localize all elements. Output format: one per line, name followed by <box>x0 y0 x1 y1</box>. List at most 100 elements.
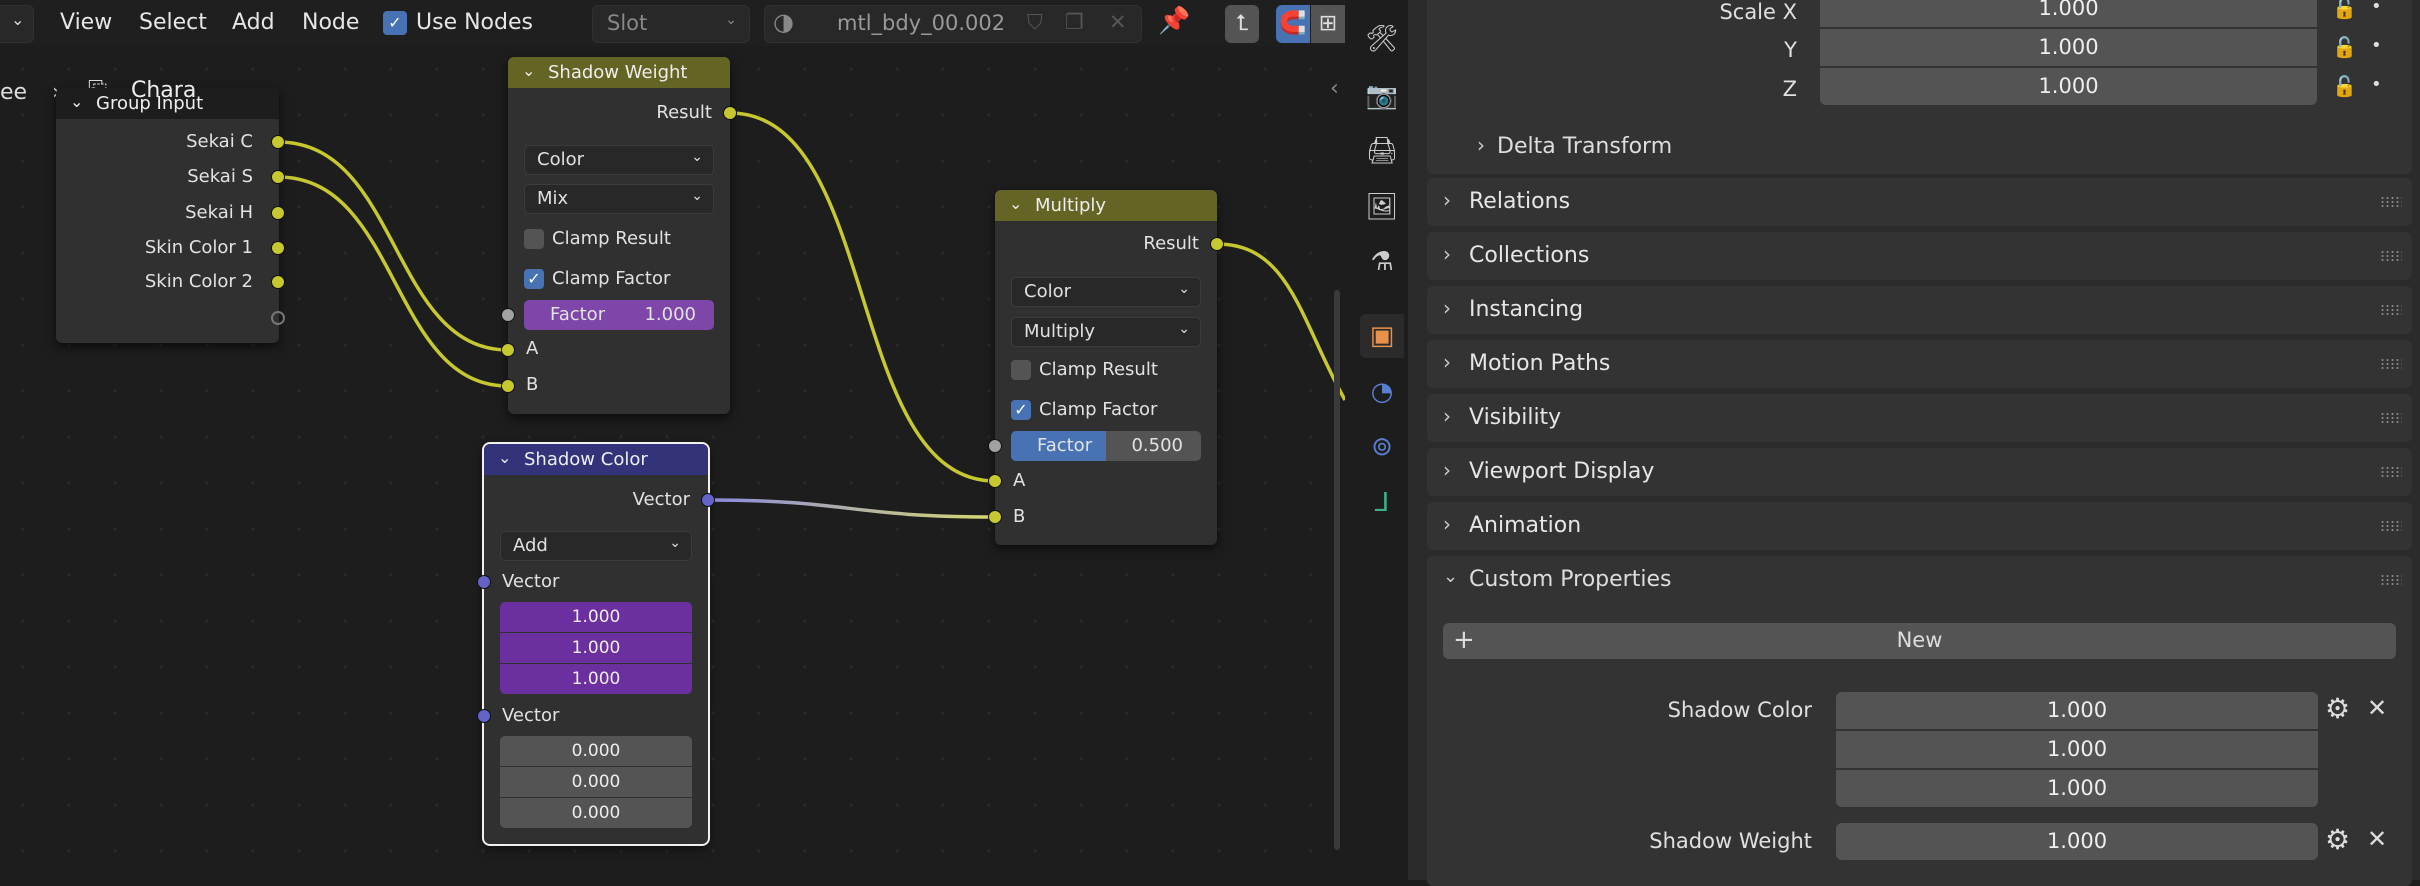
panel-collections[interactable]: › Collections <box>1427 232 2412 280</box>
use-nodes-checkbox[interactable]: ✓ <box>383 11 407 35</box>
gear-icon[interactable]: ⚙ <box>2325 823 2350 856</box>
editor-type-dropdown[interactable]: ⌄ <box>0 5 34 43</box>
node-shadow-weight[interactable]: ⌄ Shadow Weight Result Color ⌄ Mix ⌄ Clamp … <box>501 57 737 414</box>
data-type-dropdown[interactable]: Color ⌄ <box>1011 277 1201 307</box>
sidebar-toggle-chevron-icon[interactable]: ‹ <box>1330 76 1339 101</box>
node-multiply[interactable]: ⌄ Multiply Result Color ⌄ Multiply ⌄ Clamp … <box>988 190 1224 545</box>
panel-instancing[interactable]: › Instancing <box>1427 286 2412 334</box>
chevron-right-icon[interactable]: › <box>1477 133 1485 157</box>
object-data-axes-icon[interactable]: ⅃ <box>1360 481 1404 525</box>
scale-z-field[interactable]: 1.000 <box>1820 68 2317 105</box>
vector-z-field[interactable]: 1.000 <box>500 664 692 694</box>
vector-z-field[interactable]: 0.000 <box>500 798 692 828</box>
drag-grip-icon[interactable] <box>2380 196 2402 208</box>
shadow-color-b-field[interactable]: 1.000 <box>1836 770 2318 807</box>
drag-grip-icon[interactable] <box>2380 412 2402 424</box>
output-socket-skin-color-2[interactable] <box>271 275 285 289</box>
lock-icon[interactable]: 🔓 <box>2332 74 2357 98</box>
snap-toggle-icon[interactable]: 🧲 <box>1276 5 1310 43</box>
drag-grip-icon[interactable] <box>2380 466 2402 478</box>
pin-icon[interactable]: 📌 <box>1158 6 1190 36</box>
factor-field[interactable]: Factor 1.000 <box>524 300 714 330</box>
constraints-icon[interactable]: ⊚ <box>1360 425 1404 469</box>
panel-relations[interactable]: › Relations <box>1427 178 2412 226</box>
node-editor[interactable]: ⌄ View Select Add Node ✓ Use Nodes Slot ⌄… <box>0 0 1345 880</box>
input-socket-b[interactable] <box>501 379 515 393</box>
input-socket-vector-2[interactable] <box>477 709 491 723</box>
vertical-scrollbar[interactable] <box>1334 290 1340 850</box>
clamp-factor-checkbox[interactable]: ✓ <box>524 269 544 289</box>
vector-y-field[interactable]: 0.000 <box>500 767 692 797</box>
clamp-factor-checkbox[interactable]: ✓ <box>1011 400 1031 420</box>
input-socket-factor[interactable] <box>501 308 515 322</box>
material-name-field[interactable]: mtl_bdy_00.002 <box>837 11 1005 35</box>
vector-x-field[interactable]: 1.000 <box>500 602 692 632</box>
parent-node-tree-button[interactable]: ⮤ <box>1225 5 1259 43</box>
shadow-color-r-field[interactable]: 1.000 <box>1836 692 2318 729</box>
close-icon[interactable]: ✕ <box>2367 694 2387 722</box>
scale-y-field[interactable]: 1.000 <box>1820 29 2317 66</box>
delta-transform-subpanel[interactable]: Delta Transform <box>1497 134 1672 159</box>
panel-motion-paths[interactable]: › Motion Paths <box>1427 340 2412 388</box>
fake-user-shield-icon[interactable]: ⛉ <box>1027 10 1043 35</box>
operation-dropdown[interactable]: Add ⌄ <box>500 531 692 561</box>
input-socket-a[interactable] <box>501 343 515 357</box>
physics-icon[interactable]: ◔ <box>1360 370 1404 414</box>
drag-grip-icon[interactable] <box>2380 574 2402 586</box>
output-socket-result[interactable] <box>1210 237 1224 251</box>
output-socket-sekai-h[interactable] <box>271 206 285 220</box>
menu-node[interactable]: Node <box>302 10 359 35</box>
render-icon[interactable]: 📷 <box>1360 74 1404 118</box>
output-socket-sekai-c[interactable] <box>271 135 285 149</box>
tool-icon[interactable]: 🛠 <box>1360 17 1404 61</box>
slot-dropdown[interactable]: Slot ⌄ <box>592 5 750 43</box>
new-property-button[interactable]: + New <box>1443 623 2396 659</box>
shadow-weight-field[interactable]: 1.000 <box>1836 823 2318 860</box>
breadcrumb-item[interactable]: Chara <box>131 78 196 103</box>
lock-icon[interactable]: 🔓 <box>2332 35 2357 59</box>
output-socket-sekai-s[interactable] <box>271 170 285 184</box>
material-sphere-icon[interactable]: ◑ <box>773 8 794 36</box>
keyframe-dot-icon[interactable]: • <box>2371 35 2382 56</box>
close-icon[interactable]: ✕ <box>2367 825 2387 853</box>
chevron-down-icon[interactable]: ⌄ <box>1443 566 1458 587</box>
panel-visibility[interactable]: › Visibility <box>1427 394 2412 442</box>
drag-grip-icon[interactable] <box>2380 304 2402 316</box>
node-shadow-color[interactable]: ⌄ Shadow Color Vector Add ⌄ Vector 1.000 1… <box>477 442 715 846</box>
menu-select[interactable]: Select <box>139 10 207 35</box>
panel-animation[interactable]: › Animation <box>1427 502 2412 550</box>
panel-title[interactable]: Custom Properties <box>1469 567 1671 592</box>
object-icon[interactable]: ▣ <box>1360 314 1404 358</box>
keyframe-dot-icon[interactable]: • <box>2371 74 2382 95</box>
input-socket-vector-1[interactable] <box>477 575 491 589</box>
blend-mode-dropdown[interactable]: Multiply ⌄ <box>1011 317 1201 347</box>
panel-viewport-display[interactable]: › Viewport Display <box>1427 448 2412 496</box>
clamp-result-checkbox[interactable] <box>524 229 544 249</box>
node-group-input[interactable]: ⌄ Group Input Sekai C Sekai S Sekai H Ski… <box>56 88 285 343</box>
snap-options-icon[interactable]: ⊞ <box>1311 5 1345 43</box>
lock-icon[interactable]: 🔓 <box>2332 0 2357 20</box>
drag-grip-icon[interactable] <box>2380 250 2402 262</box>
data-type-dropdown[interactable]: Color ⌄ <box>524 145 714 175</box>
input-socket-b[interactable] <box>988 510 1002 524</box>
blend-mode-dropdown[interactable]: Mix ⌄ <box>524 184 714 214</box>
unlink-x-icon[interactable]: ✕ <box>1109 10 1127 34</box>
shadow-color-g-field[interactable]: 1.000 <box>1836 731 2318 768</box>
drag-grip-icon[interactable] <box>2380 520 2402 532</box>
view-layer-icon[interactable]: 🖼 <box>1360 185 1404 229</box>
input-socket-factor[interactable] <box>988 439 1002 453</box>
menu-add[interactable]: Add <box>232 10 275 35</box>
scale-x-field[interactable]: 1.000 <box>1820 0 2317 27</box>
menu-view[interactable]: View <box>60 10 112 35</box>
scene-icon[interactable]: ⚗ <box>1360 240 1404 284</box>
keyframe-dot-icon[interactable]: • <box>2371 0 2382 17</box>
output-socket-skin-color-1[interactable] <box>271 241 285 255</box>
vector-x-field[interactable]: 0.000 <box>500 736 692 766</box>
output-socket-result[interactable] <box>723 106 737 120</box>
drag-grip-icon[interactable] <box>2380 358 2402 370</box>
factor-field[interactable]: Factor 0.500 <box>1011 431 1201 461</box>
vector-y-field[interactable]: 1.000 <box>500 633 692 663</box>
input-socket-a[interactable] <box>988 474 1002 488</box>
clamp-result-checkbox[interactable] <box>1011 360 1031 380</box>
breadcrumb-prev[interactable]: ee <box>0 80 27 105</box>
